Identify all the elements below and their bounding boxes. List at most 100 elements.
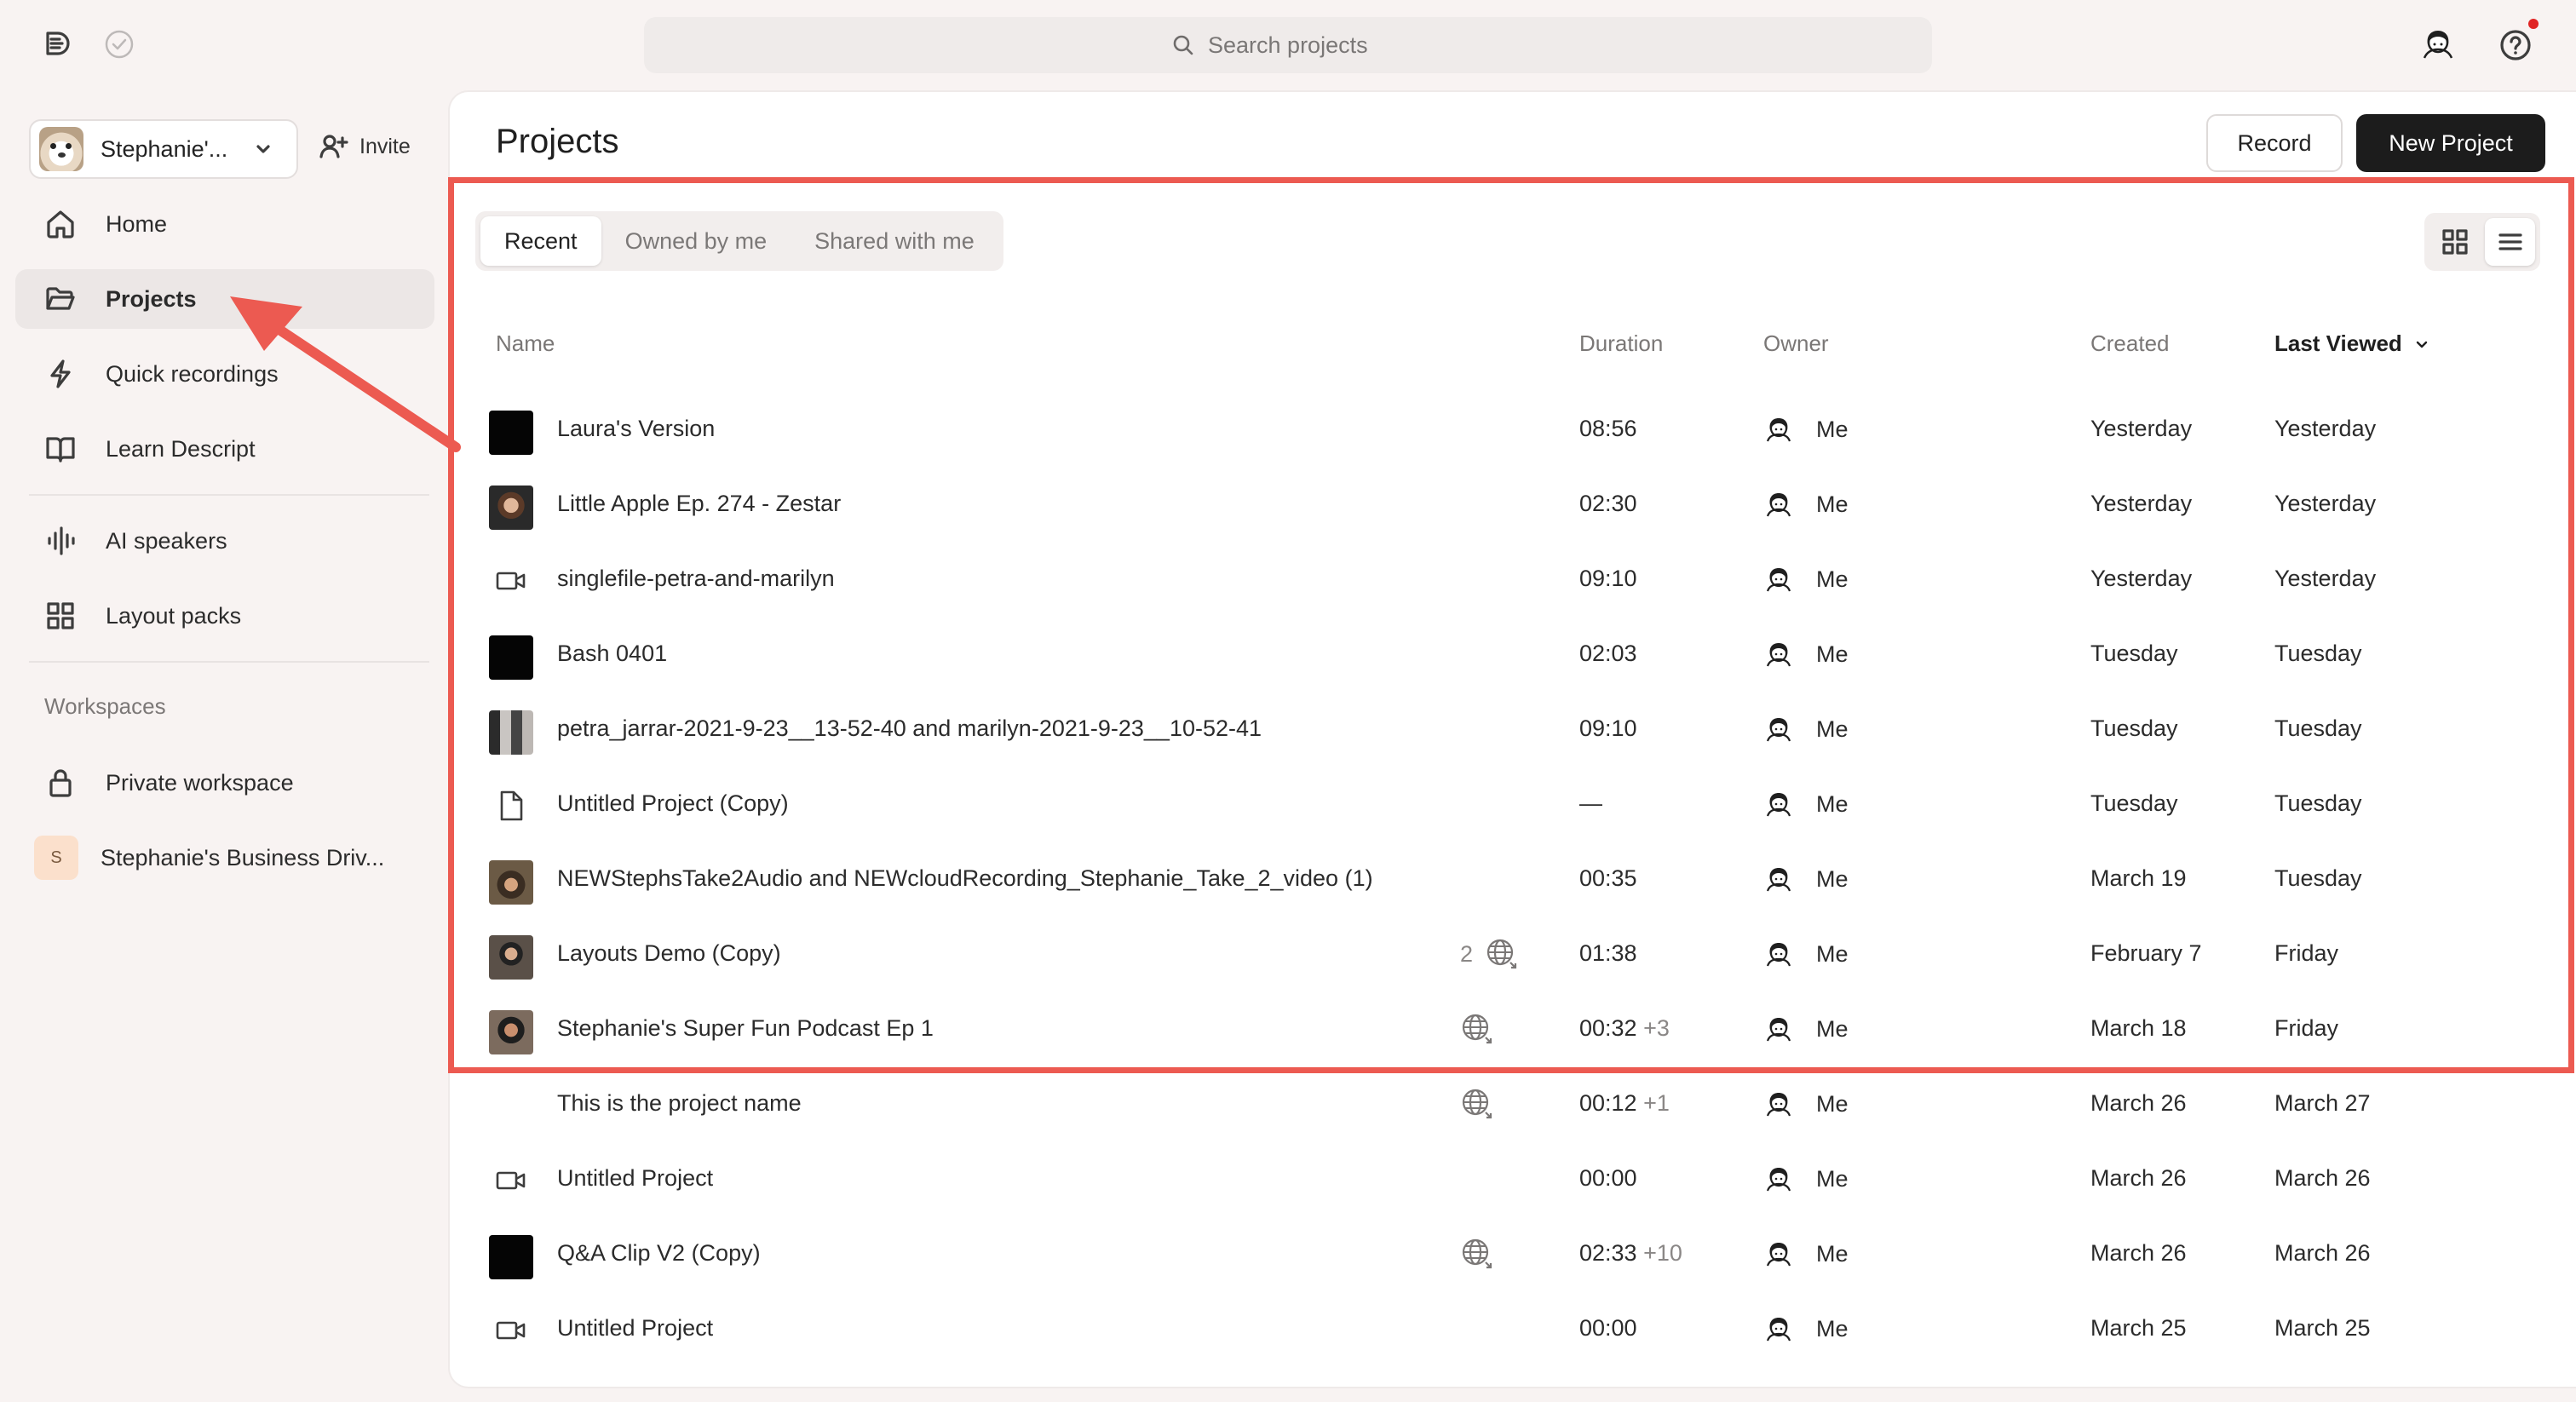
project-created: February 7 bbox=[2090, 940, 2202, 966]
list-view-button[interactable] bbox=[2485, 218, 2535, 266]
project-name[interactable]: singlefile-petra-and-marilyn bbox=[557, 566, 835, 592]
project-name[interactable]: Bash 0401 bbox=[557, 641, 667, 667]
sync-check-icon bbox=[105, 30, 134, 59]
table-row[interactable]: Untitled Project 00:00 Me March 26 March 26 bbox=[450, 1141, 2576, 1216]
column-name[interactable]: Name bbox=[496, 330, 555, 357]
column-created[interactable]: Created bbox=[2090, 330, 2170, 357]
tab-shared-with-me[interactable]: Shared with me bbox=[791, 216, 998, 266]
chevron-down-icon bbox=[2416, 341, 2428, 348]
table-row[interactable]: Q&A Clip V2 (Copy) 02:33 +10 Me March 26 Mar… bbox=[450, 1216, 2576, 1291]
table-row[interactable]: Untitled Project 00:00 Me March 25 March 25 bbox=[450, 1291, 2576, 1366]
owner-avatar-icon bbox=[1766, 1093, 1791, 1117]
owner-avatar-icon bbox=[1766, 793, 1791, 817]
table-row[interactable]: Stephanie's Super Fun Podcast Ep 1 00:32 … bbox=[450, 991, 2576, 1066]
project-name[interactable]: Layouts Demo (Copy) bbox=[557, 940, 781, 967]
sharing-indicator[interactable]: 2 bbox=[1460, 937, 1519, 971]
sidebar-divider bbox=[29, 494, 429, 496]
table-row[interactable]: Little Apple Ep. 274 - Zestar 02:30 Me Yest… bbox=[450, 467, 2576, 542]
project-owner: Me bbox=[1762, 785, 1849, 823]
new-project-button[interactable]: New Project bbox=[2356, 114, 2545, 172]
record-button[interactable]: Record bbox=[2206, 114, 2343, 172]
search-bar[interactable] bbox=[644, 17, 1932, 73]
table-row[interactable]: Layouts Demo (Copy) 2 01:38 Me February 7 Fri… bbox=[450, 916, 2576, 991]
project-owner: Me bbox=[1762, 486, 1849, 523]
table-row[interactable]: petra_jarrar-2021-9-23__13-52-40 and mar… bbox=[450, 692, 2576, 767]
sharing-indicator[interactable] bbox=[1460, 1237, 1494, 1271]
column-duration[interactable]: Duration bbox=[1579, 330, 1663, 357]
sidebar-item-business-drive[interactable]: S Stephanie's Business Driv... bbox=[15, 828, 434, 888]
table-row[interactable]: Untitled Project (Copy) — Me Tuesday Tuesday bbox=[450, 767, 2576, 842]
sidebar-item-private-workspace[interactable]: Private workspace bbox=[15, 753, 434, 813]
descript-logo-icon[interactable] bbox=[43, 29, 73, 60]
table-row[interactable]: singlefile-petra-and-marilyn 09:10 Me Yeste… bbox=[450, 542, 2576, 617]
project-name[interactable]: NEWStephsTake2Audio and NEWcloudRecordin… bbox=[557, 865, 1373, 892]
duration-value: 00:32 bbox=[1579, 1015, 1637, 1041]
sharing-indicator[interactable] bbox=[1460, 1087, 1494, 1121]
project-owner: Me bbox=[1762, 1310, 1849, 1347]
column-last-viewed[interactable]: Last Viewed bbox=[2274, 330, 2429, 357]
project-name[interactable]: This is the project name bbox=[557, 1090, 802, 1117]
project-name[interactable]: Untitled Project bbox=[557, 1165, 713, 1192]
duration-value: 02:03 bbox=[1579, 641, 1637, 666]
globe-icon bbox=[1486, 939, 1517, 969]
tab-recent[interactable]: Recent bbox=[480, 216, 601, 266]
sidebar-item-projects[interactable]: Projects bbox=[15, 269, 434, 329]
workspace-switcher[interactable]: Stephanie'... bbox=[29, 119, 298, 179]
project-name[interactable]: Little Apple Ep. 274 - Zestar bbox=[557, 491, 841, 517]
owner-name: Me bbox=[1816, 641, 1849, 667]
sidebar-item-label: Quick recordings bbox=[106, 360, 279, 387]
sidebar-item-quick-recordings[interactable]: Quick recordings bbox=[15, 344, 434, 404]
project-owner: Me bbox=[1762, 710, 1849, 748]
invite-button[interactable]: Invite bbox=[319, 133, 411, 160]
column-owner[interactable]: Owner bbox=[1763, 330, 1829, 357]
sidebar-item-label: Layout packs bbox=[106, 602, 242, 629]
project-name[interactable]: petra_jarrar-2021-9-23__13-52-40 and mar… bbox=[557, 715, 1262, 742]
project-name[interactable]: Untitled Project bbox=[557, 1315, 713, 1342]
sharing-indicator[interactable] bbox=[1460, 1012, 1494, 1046]
grid-view-icon bbox=[2441, 229, 2468, 255]
home-icon bbox=[47, 210, 74, 238]
project-duration: 00:12 +1 bbox=[1579, 1090, 1670, 1117]
owner-name: Me bbox=[1816, 791, 1849, 817]
project-last-viewed: Tuesday bbox=[2274, 641, 2362, 666]
project-name[interactable]: Stephanie's Super Fun Podcast Ep 1 bbox=[557, 1015, 934, 1042]
project-duration: 08:56 bbox=[1579, 416, 1637, 442]
owner-name: Me bbox=[1816, 491, 1849, 517]
project-created: March 26 bbox=[2090, 1090, 2187, 1116]
project-duration: 02:30 bbox=[1579, 491, 1637, 517]
table-row[interactable]: Bash 0401 02:03 Me Tuesday Tuesday bbox=[450, 617, 2576, 692]
table-row[interactable]: Laura's Version 08:56 Me Yesterday Yesterday bbox=[450, 392, 2576, 467]
user-avatar-icon[interactable] bbox=[2418, 24, 2458, 65]
project-created: March 18 bbox=[2090, 1015, 2187, 1041]
project-name[interactable]: Untitled Project (Copy) bbox=[557, 790, 789, 817]
duration-value: 01:38 bbox=[1579, 940, 1637, 966]
lock-icon bbox=[49, 769, 72, 797]
grid-view-button[interactable] bbox=[2429, 218, 2480, 266]
project-name[interactable]: Laura's Version bbox=[557, 416, 715, 442]
table-row[interactable]: NEWStephsTake2Audio and NEWcloudRecordin… bbox=[450, 842, 2576, 916]
add-user-icon bbox=[319, 135, 348, 158]
help-icon[interactable] bbox=[2499, 29, 2532, 61]
duration-value: 02:30 bbox=[1579, 491, 1637, 516]
sidebar-item-layout-packs[interactable]: Layout packs bbox=[15, 586, 434, 646]
duration-value: 00:00 bbox=[1579, 1315, 1637, 1341]
sidebar-item-home[interactable]: Home bbox=[15, 194, 434, 254]
tab-owned-by-me[interactable]: Owned by me bbox=[601, 216, 791, 266]
owner-name: Me bbox=[1816, 941, 1849, 967]
table-row[interactable]: Training Auto PR Master (Copy)01:14MeMar… bbox=[450, 1366, 2576, 1387]
table-row[interactable]: This is the project name 00:12 +1 Me March … bbox=[450, 1066, 2576, 1141]
search-input[interactable] bbox=[1208, 32, 1404, 59]
duration-value: — bbox=[1579, 790, 1602, 816]
sidebar-item-learn-descript[interactable]: Learn Descript bbox=[15, 419, 434, 479]
project-list: Laura's Version 08:56 Me Yesterday Yesterday… bbox=[450, 392, 2576, 1387]
owner-avatar-icon bbox=[1766, 643, 1791, 667]
project-thumbnail bbox=[489, 635, 533, 680]
video-icon bbox=[496, 1171, 526, 1190]
sidebar-item-ai-speakers[interactable]: AI speakers bbox=[15, 511, 434, 571]
workspaces-heading: Workspaces bbox=[44, 693, 166, 719]
project-last-viewed: Tuesday bbox=[2274, 865, 2362, 891]
project-name[interactable]: Q&A Clip V2 (Copy) bbox=[557, 1240, 761, 1267]
project-duration: 00:00 bbox=[1579, 1315, 1637, 1342]
owner-avatar-icon bbox=[1766, 418, 1791, 442]
project-created: Tuesday bbox=[2090, 790, 2178, 816]
